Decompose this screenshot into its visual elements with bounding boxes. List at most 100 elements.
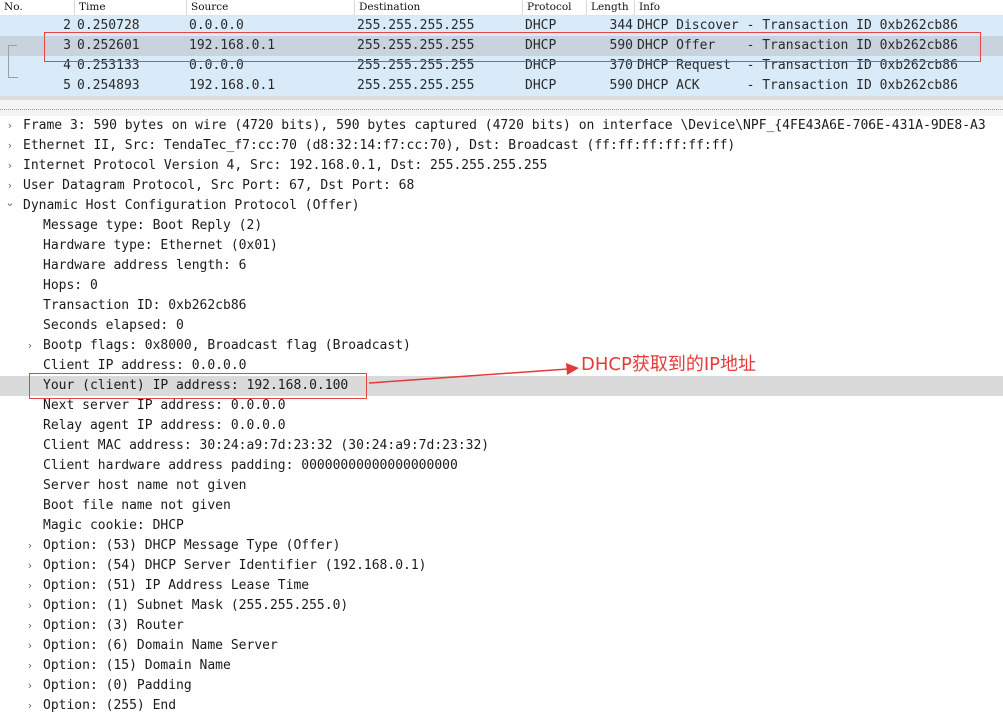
column-header-destination[interactable]: Destination bbox=[354, 0, 522, 15]
annotation-label: DHCP获取到的IP地址 bbox=[581, 354, 756, 375]
detail-row[interactable]: › Option: (54) DHCP Server Identifier (19… bbox=[0, 556, 1003, 576]
detail-row[interactable]: Boot file name not given bbox=[0, 496, 1003, 516]
detail-row[interactable]: › Option: (15) Domain Name bbox=[0, 656, 1003, 676]
packet-cell-dst: 255.255.255.255 bbox=[357, 78, 475, 93]
expand-chevron-icon[interactable]: › bbox=[24, 656, 36, 676]
packet-cell-dst: 255.255.255.255 bbox=[357, 58, 475, 73]
packet-details-pane[interactable]: › Frame 3: 590 bytes on wire (4720 bits),… bbox=[0, 116, 1003, 720]
packet-cell-len: 590 bbox=[609, 78, 633, 93]
packet-cell-info: DHCP Discover - Transaction ID 0xb262cb8… bbox=[637, 18, 958, 33]
expand-chevron-icon[interactable]: › bbox=[24, 576, 36, 596]
expand-chevron-icon[interactable]: › bbox=[24, 616, 36, 636]
packet-cell-len: 590 bbox=[609, 38, 633, 53]
detail-row[interactable]: Message type: Boot Reply (2) bbox=[0, 216, 1003, 236]
detail-row-text: Ethernet II, Src: TendaTec_f7:cc:70 (d8:… bbox=[23, 138, 736, 153]
detail-row-text: Option: (53) DHCP Message Type (Offer) bbox=[43, 538, 341, 553]
detail-row-text: User Datagram Protocol, Src Port: 67, Ds… bbox=[23, 178, 415, 193]
collapse-chevron-icon[interactable]: ⌄ bbox=[4, 193, 16, 213]
detail-row[interactable]: Seconds elapsed: 0 bbox=[0, 316, 1003, 336]
expand-chevron-icon[interactable]: › bbox=[4, 156, 16, 176]
detail-row-text: Client hardware address padding: 0000000… bbox=[43, 458, 458, 473]
detail-row-text: Transaction ID: 0xb262cb86 bbox=[43, 298, 247, 313]
column-header-info[interactable]: Info bbox=[634, 0, 1003, 15]
packet-cell-src: 0.0.0.0 bbox=[189, 18, 244, 33]
detail-row-text: Seconds elapsed: 0 bbox=[43, 318, 184, 333]
detail-row[interactable]: Magic cookie: DHCP bbox=[0, 516, 1003, 536]
detail-row-text: Magic cookie: DHCP bbox=[43, 518, 184, 533]
packet-cell-len: 370 bbox=[609, 58, 633, 73]
detail-row-text: Option: (15) Domain Name bbox=[43, 658, 231, 673]
detail-row[interactable]: Relay agent IP address: 0.0.0.0 bbox=[0, 416, 1003, 436]
expand-chevron-icon[interactable]: › bbox=[24, 636, 36, 656]
detail-row[interactable]: Hops: 0 bbox=[0, 276, 1003, 296]
packet-cell-proto: DHCP bbox=[525, 18, 557, 33]
packet-list-pane[interactable]: No. Time Source Destination Protocol Len… bbox=[0, 0, 1003, 100]
detail-row-text: Your (client) IP address: 192.168.0.100 bbox=[43, 378, 349, 393]
detail-row[interactable]: › Internet Protocol Version 4, Src: 192.1… bbox=[0, 156, 1003, 176]
packet-cell-len: 344 bbox=[609, 18, 633, 33]
packet-cell-proto: DHCP bbox=[525, 78, 557, 93]
detail-row[interactable]: › Option: (3) Router bbox=[0, 616, 1003, 636]
packet-cell-info: DHCP Offer - Transaction ID 0xb262cb86 bbox=[637, 38, 958, 53]
detail-row[interactable]: Hardware address length: 6 bbox=[0, 256, 1003, 276]
detail-row-text: Boot file name not given bbox=[43, 498, 231, 513]
detail-row-text: Client IP address: 0.0.0.0 bbox=[43, 358, 247, 373]
packet-cell-dst: 255.255.255.255 bbox=[357, 38, 475, 53]
column-header-source[interactable]: Source bbox=[186, 0, 354, 15]
detail-row-text: Option: (51) IP Address Lease Time bbox=[43, 578, 310, 593]
expand-chevron-icon[interactable]: › bbox=[24, 676, 36, 696]
packet-cell-time: 0.252601 bbox=[77, 38, 140, 53]
packet-row[interactable]: 5 0.254893 192.168.0.1 255.255.255.255 DHCP 5… bbox=[0, 76, 1003, 96]
detail-row-text: Server host name not given bbox=[43, 478, 247, 493]
packet-cell-time: 0.254893 bbox=[77, 78, 140, 93]
detail-row[interactable]: Client IP address: 0.0.0.0 bbox=[0, 356, 1003, 376]
column-header-length[interactable]: Length bbox=[586, 0, 634, 15]
detail-row[interactable]: › Option: (1) Subnet Mask (255.255.255.0) bbox=[0, 596, 1003, 616]
packet-cell-dst: 255.255.255.255 bbox=[357, 18, 475, 33]
detail-row-text: Option: (255) End bbox=[43, 698, 177, 713]
packet-row[interactable]: 2 0.250728 0.0.0.0 255.255.255.255 DHCP 344 DH… bbox=[0, 16, 1003, 36]
detail-row-text: Option: (54) DHCP Server Identifier (192… bbox=[43, 558, 427, 573]
expand-chevron-icon[interactable]: › bbox=[4, 136, 16, 156]
detail-row[interactable]: › Option: (51) IP Address Lease Time bbox=[0, 576, 1003, 596]
packet-cell-time: 0.253133 bbox=[77, 58, 140, 73]
detail-row[interactable]: ⌄ Dynamic Host Configuration Protocol (Of… bbox=[0, 196, 1003, 216]
detail-row[interactable]: › Frame 3: 590 bytes on wire (4720 bits),… bbox=[0, 116, 1003, 136]
detail-row[interactable]: › Option: (6) Domain Name Server bbox=[0, 636, 1003, 656]
packet-cell-src: 192.168.0.1 bbox=[189, 38, 276, 53]
packet-row[interactable]: 4 0.253133 0.0.0.0 255.255.255.255 DHCP 370 DH… bbox=[0, 56, 1003, 76]
packet-cell-src: 192.168.0.1 bbox=[189, 78, 276, 93]
expand-chevron-icon[interactable]: › bbox=[24, 696, 36, 716]
detail-row[interactable]: › Option: (255) End bbox=[0, 696, 1003, 716]
expand-chevron-icon[interactable]: › bbox=[24, 336, 36, 356]
detail-row-text: Relay agent IP address: 0.0.0.0 bbox=[43, 418, 286, 433]
detail-row-text: Next server IP address: 0.0.0.0 bbox=[43, 398, 286, 413]
pane-splitter[interactable] bbox=[0, 100, 1003, 116]
detail-row[interactable]: › Option: (53) DHCP Message Type (Offer) bbox=[0, 536, 1003, 556]
column-header-no[interactable]: No. bbox=[0, 0, 74, 15]
detail-row-text: Bootp flags: 0x8000, Broadcast flag (Bro… bbox=[43, 338, 411, 353]
detail-row[interactable]: › Option: (0) Padding bbox=[0, 676, 1003, 696]
detail-row[interactable]: Hardware type: Ethernet (0x01) bbox=[0, 236, 1003, 256]
detail-row[interactable]: › Ethernet II, Src: TendaTec_f7:cc:70 (d8… bbox=[0, 136, 1003, 156]
detail-row-text: Message type: Boot Reply (2) bbox=[43, 218, 263, 233]
packet-row[interactable]: 3 0.252601 192.168.0.1 255.255.255.255 DHCP 5… bbox=[0, 36, 1003, 56]
expand-chevron-icon[interactable]: › bbox=[4, 116, 16, 136]
column-header-protocol[interactable]: Protocol bbox=[522, 0, 586, 15]
detail-row[interactable]: Next server IP address: 0.0.0.0 bbox=[0, 396, 1003, 416]
detail-row-text: Option: (1) Subnet Mask (255.255.255.0) bbox=[43, 598, 349, 613]
detail-row[interactable]: › Bootp flags: 0x8000, Broadcast flag (Br… bbox=[0, 336, 1003, 356]
detail-row[interactable]: Client MAC address: 30:24:a9:7d:23:32 (3… bbox=[0, 436, 1003, 456]
packet-list-header: No. Time Source Destination Protocol Len… bbox=[0, 0, 1003, 16]
expand-chevron-icon[interactable]: › bbox=[24, 556, 36, 576]
expand-chevron-icon[interactable]: › bbox=[24, 596, 36, 616]
expand-chevron-icon[interactable]: › bbox=[24, 536, 36, 556]
detail-row-text: Option: (0) Padding bbox=[43, 678, 192, 693]
column-header-time[interactable]: Time bbox=[74, 0, 186, 15]
detail-row-text: Hardware address length: 6 bbox=[43, 258, 247, 273]
detail-row[interactable]: › User Datagram Protocol, Src Port: 67, D… bbox=[0, 176, 1003, 196]
detail-row[interactable]: Your (client) IP address: 192.168.0.100 bbox=[0, 376, 1003, 396]
detail-row[interactable]: Server host name not given bbox=[0, 476, 1003, 496]
detail-row[interactable]: Client hardware address padding: 0000000… bbox=[0, 456, 1003, 476]
detail-row[interactable]: Transaction ID: 0xb262cb86 bbox=[0, 296, 1003, 316]
